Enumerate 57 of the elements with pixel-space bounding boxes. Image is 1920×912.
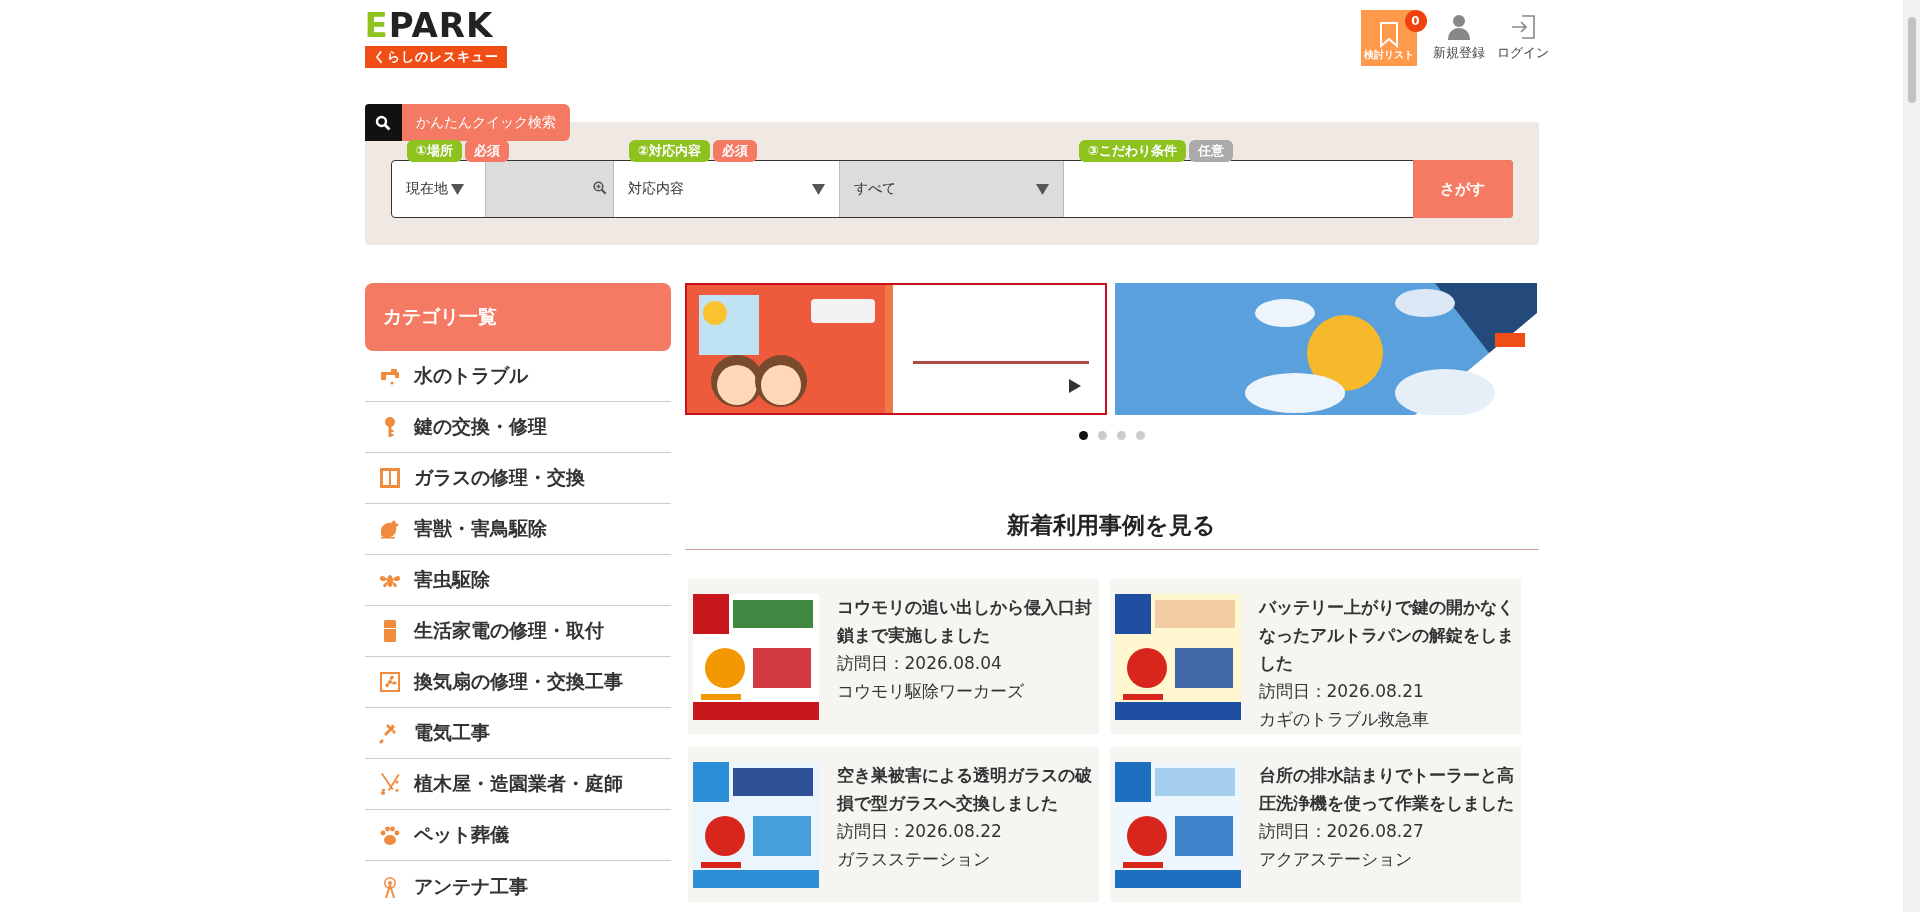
window-icon: [377, 466, 402, 490]
visit-date: 訪問日：2026.08.22: [836, 820, 1003, 843]
required-tag: 必須: [712, 140, 757, 162]
category-item[interactable]: 害獣・害鳥駆除: [364, 504, 671, 555]
logo-tagline[interactable]: くらしのレスキュー: [364, 46, 507, 68]
category-item[interactable]: ガラスの修理・交換: [364, 453, 671, 504]
zoom-icon: [592, 181, 607, 195]
carousel-dot[interactable]: [1135, 431, 1145, 440]
carousel-dot[interactable]: [1097, 431, 1107, 440]
category-item[interactable]: 水のトラブル: [364, 351, 671, 402]
visit-date: 訪問日：2026.08.27: [1258, 820, 1425, 843]
category-item[interactable]: 生活家電の修理・取付: [364, 606, 671, 657]
case-title: コウモリの追い出しから侵入口封鎖まで実施しました: [836, 596, 1093, 647]
category-item[interactable]: 換気扇の修理・交換工事: [364, 657, 671, 708]
search-icon: [375, 114, 391, 131]
visit-date: 訪問日：2026.08.21: [1258, 680, 1425, 703]
category-item[interactable]: ペット葬儀: [364, 810, 671, 861]
case-card[interactable]: 台所の排水詰まりでトーラーと高圧洗浄機を使って作業をしました 訪問日：2026.08.27 アクアステーション: [1109, 747, 1521, 902]
visit-date: 訪問日：2026.08.04: [836, 652, 1003, 675]
company-name: ガラスステーション: [836, 848, 991, 871]
category-item[interactable]: 害虫駆除: [364, 555, 671, 606]
case-card[interactable]: 空き巣被害による透明ガラスの破損で型ガラスへ交換しました 訪問日：2026.08.22 ガラスステーション: [687, 747, 1099, 902]
scrollbar[interactable]: [1903, 0, 1920, 912]
company-name: アクアステーション: [1258, 848, 1413, 871]
company-name: カギのトラブル救急車: [1258, 708, 1430, 731]
case-card[interactable]: バッテリー上がりで鍵の開かなくなったアルトラパンの解錠をしました 訪問日：2026.08.21 カギのトラブル救急車: [1109, 579, 1521, 734]
user-icon: [1446, 14, 1471, 40]
logo-wordmark[interactable]: EPARK: [364, 8, 494, 42]
step-label: ③こだわり条件: [1078, 140, 1186, 162]
step-label: ②対応内容: [628, 140, 710, 162]
optional-tag: 任意: [1188, 140, 1233, 162]
carousel-dot[interactable]: [1116, 431, 1126, 440]
carousel-dot[interactable]: [1078, 431, 1088, 440]
case-title: バッテリー上がりで鍵の開かなくなったアルトラパンの解錠をしました: [1258, 596, 1515, 675]
register-button[interactable]: 新規登録: [1432, 14, 1485, 62]
category-item[interactable]: 電気工事: [364, 708, 671, 759]
scrollbar-thumb[interactable]: [1907, 17, 1916, 103]
required-tag: 必須: [464, 140, 509, 162]
step-label: ①場所: [406, 140, 462, 162]
select-field[interactable]: 現在地: [391, 161, 486, 217]
dropdown-arrow-icon: [1035, 183, 1049, 195]
category-list-header: カテゴリ一覧: [364, 283, 671, 351]
login-button[interactable]: ログイン: [1496, 14, 1549, 62]
select-field[interactable]: 対応内容: [613, 161, 840, 217]
dropdown-arrow-icon: [450, 183, 464, 195]
dropdown-arrow-icon: [811, 183, 825, 195]
section-heading: 新着利用事例を見る: [684, 510, 1539, 550]
category-item[interactable]: アンテナ工事: [364, 861, 671, 912]
fan-icon: [377, 670, 402, 694]
case-title: 台所の排水詰まりでトーラーと高圧洗浄機を使って作業をしました: [1258, 764, 1515, 815]
case-card[interactable]: コウモリの追い出しから侵入口封鎖まで実施しました 訪問日：2026.08.04 コウモリ駆除ワーカーズ: [687, 579, 1099, 734]
category-item[interactable]: 鍵の交換・修理: [364, 402, 671, 453]
category-item[interactable]: 植木屋・造園業者・庭師: [364, 759, 671, 810]
case-title: 空き巣被害による透明ガラスの破損で型ガラスへ交換しました: [836, 764, 1093, 815]
bookmark-icon: [1378, 22, 1399, 48]
login-icon: [1509, 14, 1536, 40]
company-name: コウモリ駆除ワーカーズ: [836, 680, 1025, 703]
